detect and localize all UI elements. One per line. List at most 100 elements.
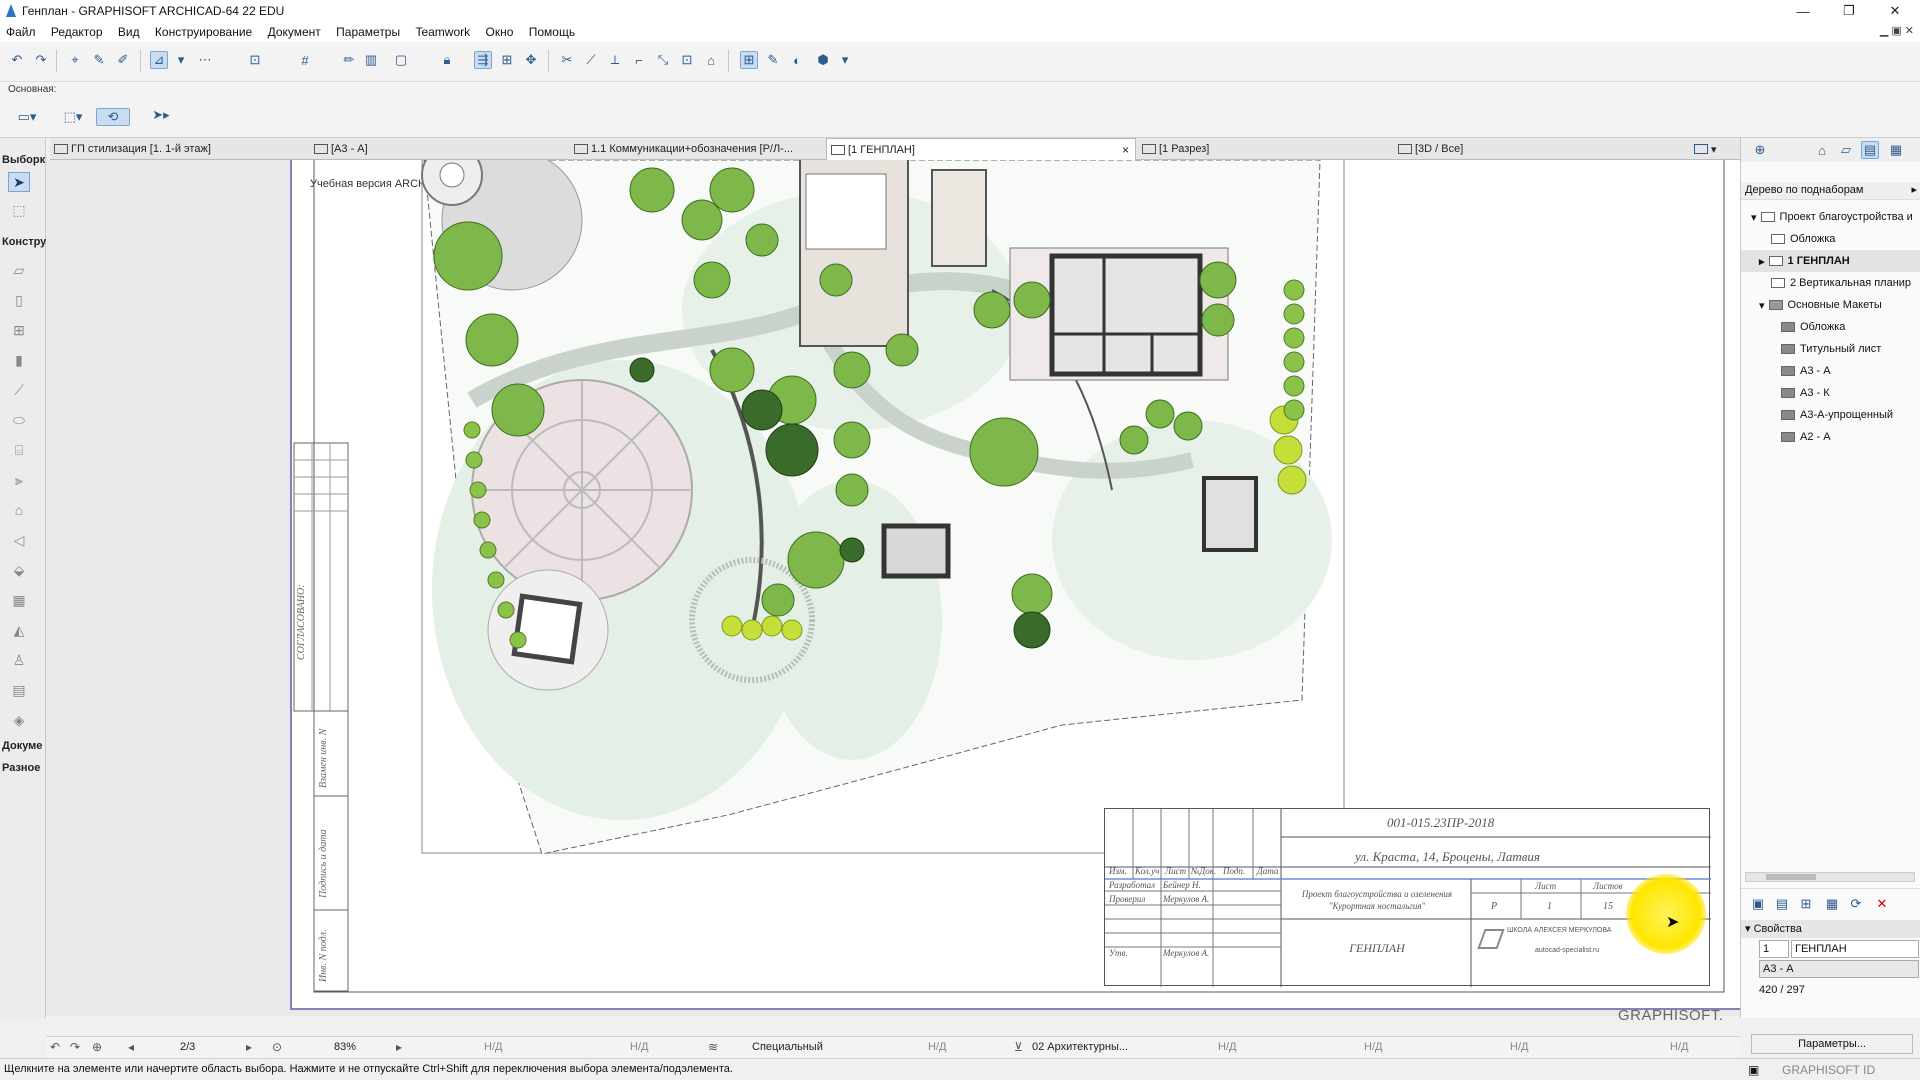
toolbox-document-label[interactable]: Докуме bbox=[2, 740, 42, 752]
layout-id-field[interactable]: 1 bbox=[1759, 940, 1789, 958]
mesh-tool-icon[interactable]: ◈ bbox=[8, 710, 30, 730]
zoom-in-icon[interactable]: ⊕ bbox=[92, 1040, 102, 1054]
publish-icon[interactable]: ⬢ bbox=[814, 51, 832, 69]
morph-tool-icon[interactable]: ◭ bbox=[8, 620, 30, 640]
undo-icon[interactable]: ↶ bbox=[8, 51, 26, 69]
place-drawing-icon[interactable]: ⊞ bbox=[1797, 895, 1815, 913]
guide-lines-icon[interactable]: ⊿ bbox=[150, 51, 168, 69]
shell-tool-icon[interactable]: ◁ bbox=[8, 530, 30, 550]
tab-communications[interactable]: 1.1 Коммуникации+обозначения [Р/Л-... bbox=[570, 138, 822, 160]
scale-value[interactable]: Н/Д bbox=[484, 1041, 502, 1053]
tab-section[interactable]: [1 Разрез] bbox=[1138, 138, 1392, 160]
intersect-icon[interactable]: ⌐ bbox=[630, 51, 648, 69]
toolbox-misc-label[interactable]: Разное bbox=[2, 762, 40, 774]
mdi-controls[interactable]: ▁ ▣ ✕ bbox=[1880, 24, 1914, 37]
publisher-sets-icon[interactable]: ▦ bbox=[1887, 141, 1905, 159]
update-icon[interactable]: ⟳ bbox=[1847, 895, 1865, 913]
layer-combo-value[interactable]: Н/Д bbox=[630, 1041, 648, 1053]
model-view-value[interactable]: Н/Д bbox=[928, 1041, 946, 1053]
menu-window[interactable]: Окно bbox=[485, 22, 513, 39]
new-subset-icon[interactable]: ▤ bbox=[1773, 895, 1791, 913]
window-tool-icon[interactable]: ⊞ bbox=[8, 320, 30, 340]
next-page-icon[interactable]: ▸ bbox=[246, 1040, 252, 1054]
guide-dropdown-icon[interactable]: ▾ bbox=[172, 51, 190, 69]
menu-help[interactable]: Помощь bbox=[529, 22, 575, 39]
zoom-icon[interactable]: ⊙ bbox=[272, 1040, 282, 1054]
menu-view[interactable]: Вид bbox=[118, 22, 140, 39]
roof-icon[interactable]: ⌂ bbox=[702, 51, 720, 69]
layout-book-icon[interactable]: ▤ bbox=[1861, 141, 1879, 159]
tree-item-genplan[interactable]: ▸ 1 ГЕНПЛАН bbox=[1741, 250, 1920, 272]
roof-tool-icon[interactable]: ⌂ bbox=[8, 500, 30, 520]
marquee-method-icon[interactable]: ⬚▾ bbox=[56, 108, 90, 126]
arrow-tool-icon[interactable]: ➤ bbox=[8, 172, 30, 192]
properties-header[interactable]: ▾ Свойства bbox=[1741, 920, 1920, 938]
tab-close-icon[interactable]: × bbox=[1122, 143, 1129, 157]
pick-up-icon[interactable]: ⌖ bbox=[66, 51, 84, 69]
layout-canvas[interactable]: Учебная версия ARCHICAD, не для продажи.… bbox=[46, 160, 1740, 1024]
horizontal-scrollbar[interactable] bbox=[1745, 872, 1915, 882]
skylight-tool-icon[interactable]: ⬙ bbox=[8, 560, 30, 580]
layer-icon[interactable]: ▢ bbox=[392, 51, 410, 69]
dimension-value[interactable]: Н/Д bbox=[1218, 1041, 1236, 1053]
redo-zoom-icon[interactable]: ↷ bbox=[70, 1040, 80, 1054]
project-map-icon[interactable]: ⌂ bbox=[1813, 141, 1831, 159]
parameters-button[interactable]: Параметры... bbox=[1751, 1034, 1913, 1054]
delete-icon[interactable]: ✕ bbox=[1873, 895, 1891, 913]
navigator-tree-icon[interactable]: ⊕ bbox=[1751, 141, 1769, 159]
tab-gp-stylization[interactable]: ГП стилизация [1. 1-й этаж] bbox=[50, 138, 308, 160]
drag-icon[interactable]: ✥ bbox=[522, 51, 540, 69]
arrow-tool-icon[interactable]: ➤▸ bbox=[146, 106, 176, 124]
rotated-marquee-icon[interactable]: ⟲ bbox=[96, 108, 130, 126]
eyedropper-icon[interactable]: ✎ bbox=[90, 51, 108, 69]
zoom-level[interactable]: 83% bbox=[334, 1041, 356, 1053]
markup-icon[interactable]: ✎ bbox=[764, 51, 782, 69]
tree-item-project[interactable]: ▾ Проект благоустройства и bbox=[1741, 206, 1920, 228]
snap-guides-icon[interactable]: ⋯ bbox=[196, 51, 214, 69]
layer-combination-value[interactable]: 02 Архитектурны... bbox=[1032, 1041, 1128, 1053]
menu-edit[interactable]: Редактор bbox=[51, 22, 103, 39]
prev-page-icon[interactable]: ◂ bbox=[128, 1040, 134, 1054]
ruler-icon[interactable]: ▥ bbox=[362, 51, 380, 69]
door-tool-icon[interactable]: ▯ bbox=[8, 290, 30, 310]
menu-design[interactable]: Конструирование bbox=[155, 22, 252, 39]
menu-teamwork[interactable]: Teamwork bbox=[415, 22, 470, 39]
pencil-icon[interactable]: ✏ bbox=[340, 51, 358, 69]
tree-item-a3-k[interactable]: А3 - К bbox=[1741, 382, 1920, 404]
layout-settings-icon[interactable]: ▦ bbox=[1823, 895, 1841, 913]
tree-item-master-cover[interactable]: Обложка bbox=[1741, 316, 1920, 338]
publish-dropdown-icon[interactable]: ▾ bbox=[836, 51, 854, 69]
graphisoft-id-label[interactable]: GRAPHISOFT ID bbox=[1782, 1063, 1875, 1077]
tab-3d[interactable]: [3D / Все] bbox=[1394, 138, 1684, 160]
graphic-override-value[interactable]: Н/Д bbox=[1670, 1041, 1688, 1053]
tree-item-a3-a[interactable]: А3 - А bbox=[1741, 360, 1920, 382]
trim-icon[interactable]: ✂ bbox=[558, 51, 576, 69]
offset-icon[interactable]: ⤡ bbox=[654, 51, 672, 69]
tree-item-a2-a[interactable]: А2 - А bbox=[1741, 426, 1920, 448]
tab-list-button[interactable]: ▾ bbox=[1690, 138, 1738, 160]
close-button[interactable]: ✕ bbox=[1872, 0, 1918, 22]
wall-tool-icon[interactable]: ▱ bbox=[8, 260, 30, 280]
marquee-tool-icon[interactable]: ⬚ bbox=[8, 200, 30, 220]
new-layout-icon[interactable]: ▣ bbox=[1749, 895, 1767, 913]
snap-points-icon[interactable]: ⊡ bbox=[246, 51, 264, 69]
render-icon[interactable]: ◐ bbox=[788, 51, 806, 69]
structure-value[interactable]: Н/Д bbox=[1510, 1041, 1528, 1053]
railing-tool-icon[interactable]: ⫸ bbox=[8, 470, 30, 490]
undo-zoom-icon[interactable]: ↶ bbox=[50, 1040, 60, 1054]
fillet-icon[interactable]: ⊡ bbox=[678, 51, 696, 69]
split-icon[interactable]: ⟋ bbox=[582, 51, 600, 69]
tree-item-title-sheet[interactable]: Титульный лист bbox=[1741, 338, 1920, 360]
tree-item-vertical-plan[interactable]: 2 Вертикальная планир bbox=[1741, 272, 1920, 294]
suspend-groups-icon[interactable]: ⇶ bbox=[474, 51, 492, 69]
tree-mode-select[interactable]: Дерево по поднаборам ▸ bbox=[1741, 182, 1920, 200]
inject-icon[interactable]: ✐ bbox=[114, 51, 132, 69]
menu-document[interactable]: Документ bbox=[268, 22, 321, 39]
lock-icon[interactable]: 🔒︎ bbox=[438, 51, 456, 69]
view-map-icon[interactable]: ▱ bbox=[1837, 141, 1855, 159]
adjust-icon[interactable]: ⟂ bbox=[606, 51, 624, 69]
master-layout-select[interactable]: А3 - А bbox=[1759, 960, 1919, 978]
tree-item-cover[interactable]: Обложка bbox=[1741, 228, 1920, 250]
tree-item-a3-simplified[interactable]: А3-А-упрощенный bbox=[1741, 404, 1920, 426]
tree-item-master-layouts[interactable]: ▾ Основные Макеты bbox=[1741, 294, 1920, 316]
